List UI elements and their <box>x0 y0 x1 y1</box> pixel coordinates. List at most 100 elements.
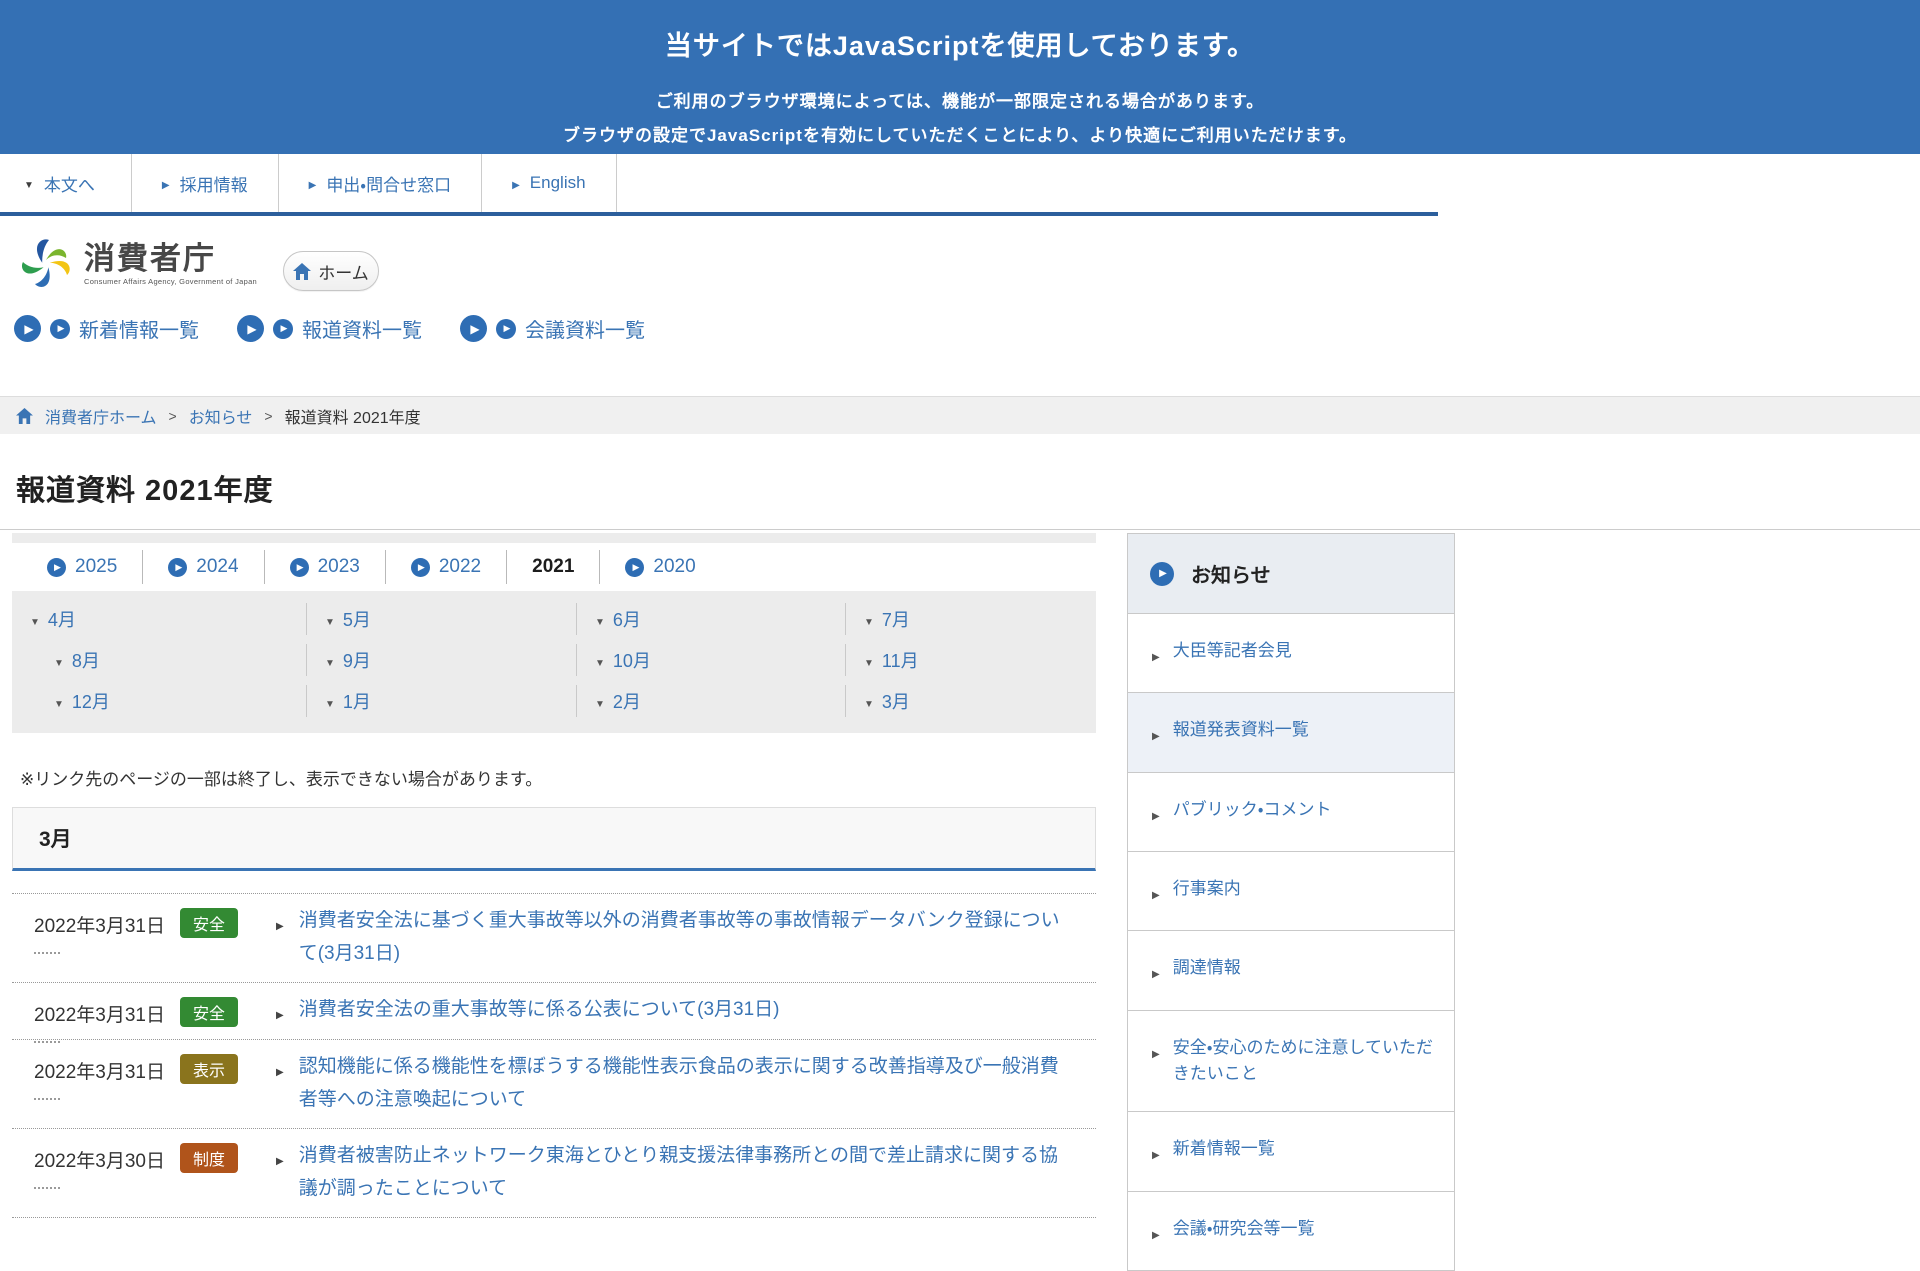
play-circle-icon <box>411 558 430 577</box>
triangle-down-icon <box>864 609 874 630</box>
sidebar-item-label: 会議・研究会等一覧 <box>1173 1216 1315 1242</box>
sidebar-item-label: 報道発表資料一覧 <box>1173 717 1309 743</box>
month-link-september[interactable]: 9月 <box>306 644 576 676</box>
month-link-august[interactable]: 8月 <box>12 644 306 676</box>
breadcrumb-link-news[interactable]: お知らせ <box>189 404 253 428</box>
year-tab-2025[interactable]: 2025 <box>22 550 143 584</box>
news-date: 2022年3月31日 <box>12 1050 180 1084</box>
title-divider <box>0 529 1920 530</box>
month-link-november[interactable]: 11月 <box>845 644 1096 676</box>
logo-title: 消費者庁 <box>84 243 257 274</box>
news-link[interactable]: 消費者被害防止ネットワーク東海とひとり親支援法律事務所との間で差止請求に関する協… <box>299 1139 1077 1205</box>
sidebar-item-meetings[interactable]: 会議・研究会等一覧 <box>1128 1192 1454 1270</box>
month-link-december[interactable]: 12月 <box>12 685 306 717</box>
triangle-right-icon <box>1152 1140 1160 1166</box>
home-button-label: ホーム <box>318 259 369 284</box>
sidebar-header: お知らせ <box>1128 534 1454 614</box>
month-label: 7月 <box>882 606 910 632</box>
breadcrumb: 消費者庁ホーム > お知らせ > 報道資料 2021年度 <box>0 396 1920 434</box>
nav-item-contact[interactable]: 申出・問合せ窓口 <box>279 154 482 212</box>
quick-link-label: 会議資料一覧 <box>525 314 645 343</box>
month-link-april[interactable]: 4月 <box>12 603 306 635</box>
year-tab-2021-current: 2021 <box>507 550 600 584</box>
triangle-right-icon <box>1152 880 1160 906</box>
news-row: 2022年3月31日 安全 消費者安全法の重大事故等に係る公表について(3月31… <box>12 983 1096 1040</box>
section-header-march: 3月 <box>12 807 1096 871</box>
year-tab-label: 2023 <box>318 556 360 578</box>
sidebar-item-new-info[interactable]: 新着情報一覧 <box>1128 1112 1454 1191</box>
month-link-may[interactable]: 5月 <box>306 603 576 635</box>
agency-logo[interactable]: 消費者庁 Consumer Affairs Agency, Government… <box>18 236 257 292</box>
sidebar-item-press-releases[interactable]: 報道発表資料一覧 <box>1128 693 1454 772</box>
triangle-down-icon <box>595 609 605 630</box>
year-tab-2024[interactable]: 2024 <box>143 550 264 584</box>
month-link-june[interactable]: 6月 <box>576 603 845 635</box>
news-link[interactable]: 消費者安全法に基づく重大事故等以外の消費者事故等の事故情報データバンク登録につい… <box>299 904 1077 970</box>
sidebar-item-label: パブリック・コメント <box>1173 797 1332 823</box>
home-button[interactable]: ホーム <box>283 251 379 291</box>
triangle-right-icon <box>276 1062 284 1080</box>
triangle-right-icon <box>276 1151 284 1169</box>
month-link-july[interactable]: 7月 <box>845 603 1096 635</box>
category-badge: 安全 <box>180 997 238 1027</box>
news-row: 2022年3月31日 安全 消費者安全法に基づく重大事故等以外の消費者事故等の事… <box>12 894 1096 983</box>
sidebar-item-public-comment[interactable]: パブリック・コメント <box>1128 773 1454 852</box>
sidebar-item-press-conference[interactable]: 大臣等記者会見 <box>1128 614 1454 693</box>
news-date: 2022年3月30日 <box>12 1139 180 1173</box>
triangle-right-icon <box>276 916 284 934</box>
triangle-down-icon <box>54 650 64 671</box>
play-circle-icon <box>290 558 309 577</box>
nav-item-label: 採用情報 <box>180 171 248 196</box>
sidebar-title: お知らせ <box>1191 559 1271 588</box>
year-tab-2022[interactable]: 2022 <box>386 550 507 584</box>
month-links: 4月 5月 6月 7月 8月 9月 10月 11月 12月 1月 2月 3月 <box>12 591 1096 733</box>
utility-nav: 本文へ 採用情報 申出・問合せ窓口 English <box>0 154 1438 216</box>
triangle-right-icon <box>1152 721 1160 747</box>
sidebar-item-procurement[interactable]: 調達情報 <box>1128 931 1454 1010</box>
news-link[interactable]: 認知機能に係る機能性を標ぼうする機能性表示食品の表示に関する改善指導及び一般消費… <box>299 1050 1077 1116</box>
month-link-february[interactable]: 2月 <box>576 685 845 717</box>
sidebar-news-menu: お知らせ 大臣等記者会見 報道発表資料一覧 パブリック・コメント 行事案内 調達… <box>1127 533 1455 1271</box>
play-circle-icon <box>47 558 66 577</box>
nav-item-skip-to-content[interactable]: 本文へ <box>0 154 132 212</box>
triangle-right-icon <box>162 173 170 193</box>
banner-line-2: ブラウザの設定でJavaScriptを有効にしていただくことにより、より快適にご… <box>0 121 1920 146</box>
news-row: 2022年3月30日 制度 消費者被害防止ネットワーク東海とひとり親支援法律事務… <box>12 1129 1096 1218</box>
year-tab-label: 2021 <box>532 556 574 578</box>
quick-link-meeting-materials[interactable]: 会議資料一覧 <box>460 314 645 343</box>
triangle-right-icon <box>1152 1220 1160 1246</box>
year-tab-2023[interactable]: 2023 <box>265 550 386 584</box>
month-link-january[interactable]: 1月 <box>306 685 576 717</box>
nav-item-label: 申出・問合せ窓口 <box>326 171 451 196</box>
year-tab-label: 2024 <box>196 556 238 578</box>
banner-title: 当サイトではJavaScriptを使用しております。 <box>0 24 1920 63</box>
month-label: 10月 <box>613 647 651 673</box>
triangle-right-icon <box>1152 642 1160 668</box>
news-row: 2022年3月31日 表示 認知機能に係る機能性を標ぼうする機能性表示食品の表示… <box>12 1040 1096 1129</box>
category-badge: 制度 <box>180 1143 238 1173</box>
triangle-down-icon <box>30 609 40 630</box>
sidebar-item-safety-cautions[interactable]: 安全・安心のために注意していただきたいこと <box>1128 1011 1454 1113</box>
triangle-right-icon <box>512 173 520 193</box>
play-circle-icon <box>237 315 264 342</box>
month-label: 5月 <box>343 606 371 632</box>
quick-link-press-materials[interactable]: 報道資料一覧 <box>237 314 422 343</box>
nav-item-recruitment[interactable]: 採用情報 <box>132 154 279 212</box>
sidebar-item-label: 行事案内 <box>1173 876 1241 902</box>
play-circle-icon <box>168 558 187 577</box>
month-link-october[interactable]: 10月 <box>576 644 845 676</box>
month-link-march[interactable]: 3月 <box>845 685 1096 717</box>
triangle-down-icon <box>325 691 335 712</box>
nav-item-label: 本文へ <box>44 171 95 196</box>
sidebar-item-events[interactable]: 行事案内 <box>1128 852 1454 931</box>
play-circle-icon <box>1150 562 1174 586</box>
quick-link-new-info[interactable]: 新着情報一覧 <box>14 314 199 343</box>
play-circle-icon <box>50 319 70 339</box>
breadcrumb-link-home[interactable]: 消費者庁ホーム <box>45 404 157 428</box>
link-disclaimer-note: ※リンク先のページの一部は終了し、表示できない場合があります。 <box>20 765 1096 790</box>
year-tab-2020[interactable]: 2020 <box>600 550 720 584</box>
nav-item-english[interactable]: English <box>482 154 616 212</box>
triangle-down-icon <box>864 691 874 712</box>
news-link[interactable]: 消費者安全法の重大事故等に係る公表について(3月31日) <box>299 993 780 1026</box>
play-circle-icon <box>460 315 487 342</box>
